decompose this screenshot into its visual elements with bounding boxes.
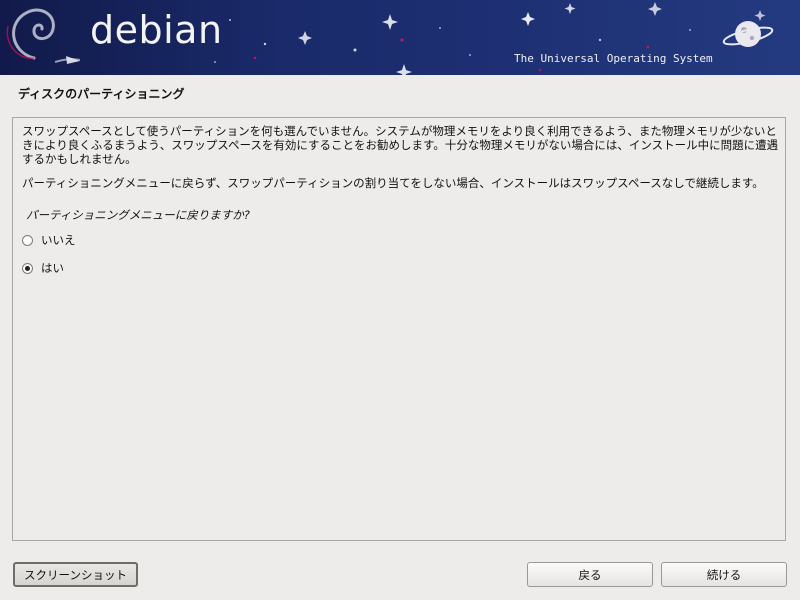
debian-banner: debian The Universal Operating System — [0, 0, 800, 75]
radio-yes[interactable] — [22, 262, 33, 274]
option-no[interactable]: いいえ — [22, 232, 76, 248]
banner-tagline: The Universal Operating System — [514, 52, 713, 65]
page-title: ディスクのパーティショニング — [18, 87, 185, 101]
question-label: パーティショニングメニューに戻りますか? — [26, 208, 250, 222]
debian-swirl-icon — [6, 8, 81, 64]
planet-icon — [722, 21, 774, 47]
radio-no[interactable] — [22, 234, 33, 246]
debian-logo-text: debian — [90, 8, 223, 52]
description-paragraph-1: スワップスペースとして使うパーティションを何も選んでいません。システムが物理メモ… — [22, 124, 779, 166]
continue-button[interactable]: 続ける — [661, 562, 787, 587]
back-button[interactable]: 戻る — [527, 562, 653, 587]
option-no-label: いいえ — [41, 233, 76, 247]
option-yes-label: はい — [41, 261, 64, 275]
content-panel: スワップスペースとして使うパーティションを何も選んでいません。システムが物理メモ… — [12, 117, 786, 541]
screenshot-button[interactable]: スクリーンショット — [13, 562, 138, 587]
description-paragraph-2: パーティショニングメニューに戻らず、スワップパーティションの割り当てをしない場合… — [22, 176, 764, 190]
option-yes[interactable]: はい — [22, 260, 64, 276]
